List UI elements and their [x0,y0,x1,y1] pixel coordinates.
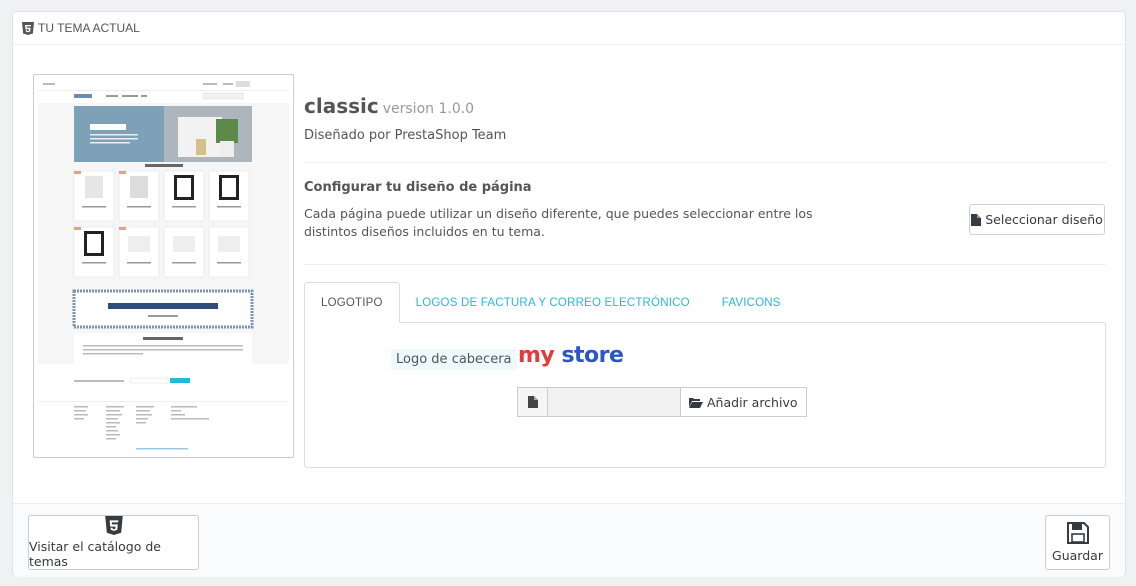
theme-title: classic version 1.0.0 [304,94,474,118]
tab-label: LOGOS DE FACTURA Y CORREO ELECTRÓNICO [415,296,690,309]
layout-section-description: Cada página puede utilizar un diseño dif… [304,206,813,239]
divider [304,264,1106,265]
theme-name: classic [304,94,379,118]
tab-logotipo[interactable]: LOGOTIPO [304,282,400,323]
logo-word-store: store [561,343,624,368]
panel-heading: TU TEMA ACTUAL [13,12,1125,45]
folder-open-icon [689,397,703,408]
layout-section-title: Configurar tu diseño de página [304,180,532,195]
header-logo-label: Logo de cabecera [391,349,517,370]
theme-designer: Diseñado por PrestaShop Team [304,128,507,143]
tab-content: Logo de cabecera my store Añadir archivo [304,322,1106,468]
file-icon [517,387,547,417]
theme-panel: TU TEMA ACTUAL classic version 1.0.0 Dis… [12,11,1126,577]
divider [304,162,1106,163]
save-button[interactable]: Guardar [1045,515,1110,570]
tab-label: FAVICONS [721,296,781,309]
panel-footer: Visitar el catálogo de temas Guardar [13,503,1125,577]
panel-title: TU TEMA ACTUAL [38,21,140,35]
select-layout-button[interactable]: Seleccionar diseño [969,204,1105,235]
add-file-label: Añadir archivo [707,394,798,410]
tab-favicons[interactable]: FAVICONS [706,282,797,323]
theme-preview-image [38,79,289,453]
logo-word-my: my [518,343,555,368]
theme-version: version 1.0.0 [382,101,475,117]
file-icon [971,213,982,226]
visit-catalog-button[interactable]: Visitar el catálogo de temas [28,515,199,570]
add-file-button[interactable]: Añadir archivo [681,387,807,417]
html5-icon [22,21,34,35]
save-icon [1066,522,1089,544]
logo-tabs: LOGOTIPO LOGOS DE FACTURA Y CORREO ELECT… [304,282,1106,468]
select-layout-label: Seleccionar diseño [985,212,1103,227]
save-label: Guardar [1052,548,1103,563]
file-name-input[interactable] [547,387,681,417]
visit-catalog-label: Visitar el catálogo de temas [29,539,161,569]
store-logo: my store [518,343,624,368]
tab-invoice-email-logos[interactable]: LOGOS DE FACTURA Y CORREO ELECTRÓNICO [400,282,706,323]
tab-label: LOGOTIPO [321,296,383,309]
theme-preview [33,74,294,458]
file-upload-group: Añadir archivo [517,387,807,417]
html5-icon [104,516,123,535]
